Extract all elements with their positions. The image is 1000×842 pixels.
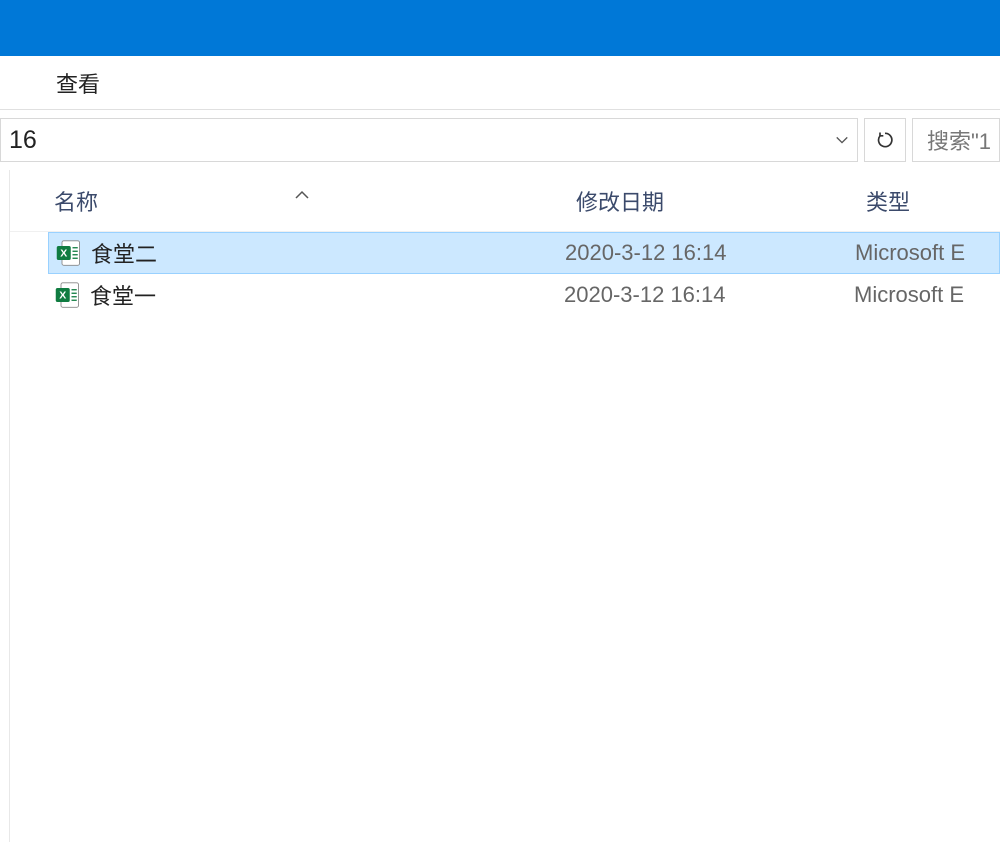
column-headers: 名称 修改日期 类型: [10, 170, 1000, 232]
ribbon-bar: 查看: [0, 56, 1000, 110]
navigation-pane[interactable]: [0, 170, 10, 842]
file-row[interactable]: X 食堂一 2020-3-12 16:14 Microsoft E: [48, 274, 1000, 316]
svg-text:X: X: [59, 290, 66, 302]
excel-file-icon: X: [55, 239, 83, 267]
column-header-type[interactable]: 类型: [854, 185, 910, 217]
ribbon-tab-view[interactable]: 查看: [48, 61, 108, 105]
file-type: Microsoft E: [855, 240, 965, 266]
window-title-bar: [0, 0, 1000, 56]
sort-ascending-icon: [295, 187, 309, 205]
address-bar[interactable]: 16: [0, 118, 858, 162]
refresh-button[interactable]: [864, 118, 906, 162]
column-header-name-label: 名称: [54, 190, 98, 215]
column-header-modified[interactable]: 修改日期: [564, 185, 854, 217]
file-name: 食堂一: [90, 279, 564, 311]
refresh-icon: [875, 130, 895, 150]
address-row: 16 搜索"1: [0, 110, 1000, 170]
excel-file-icon: X: [54, 281, 82, 309]
address-dropdown-button[interactable]: [827, 119, 857, 161]
content-area: 名称 修改日期 类型 X 食堂二 2020: [0, 170, 1000, 842]
column-header-name[interactable]: 名称: [10, 185, 564, 217]
address-path: 16: [7, 126, 37, 155]
file-name: 食堂二: [91, 237, 565, 269]
file-modified-date: 2020-3-12 16:14: [565, 240, 855, 266]
svg-text:X: X: [60, 248, 67, 260]
search-placeholder: 搜索"1: [927, 124, 991, 156]
chevron-down-icon: [835, 133, 849, 147]
file-modified-date: 2020-3-12 16:14: [564, 282, 854, 308]
file-row[interactable]: X 食堂二 2020-3-12 16:14 Microsoft E: [48, 232, 1000, 274]
file-list: 名称 修改日期 类型 X 食堂二 2020: [10, 170, 1000, 842]
file-type: Microsoft E: [854, 282, 964, 308]
search-box[interactable]: 搜索"1: [912, 118, 1000, 162]
